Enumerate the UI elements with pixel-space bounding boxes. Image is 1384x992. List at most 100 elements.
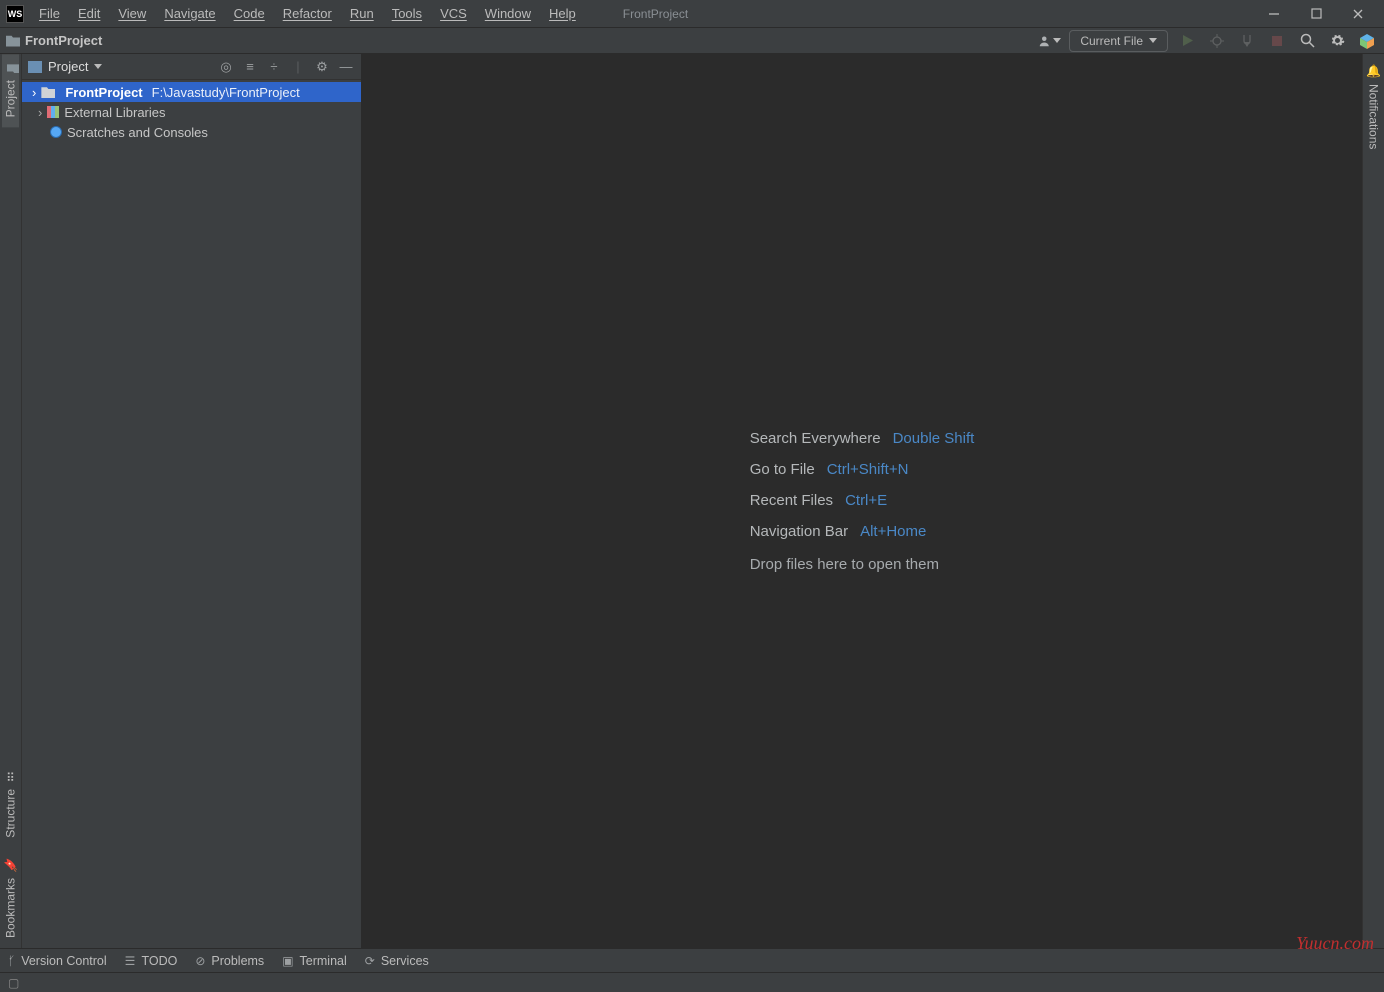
structure-icon: ⠿	[6, 769, 15, 783]
left-tab-bookmarks[interactable]: Bookmarks 🔖	[3, 848, 18, 948]
folder-icon	[6, 35, 20, 47]
tree-scratches-label: Scratches and Consoles	[67, 125, 208, 140]
menu-edit[interactable]: Edit	[71, 4, 107, 23]
libraries-icon	[47, 106, 59, 118]
breadcrumb-root[interactable]: FrontProject	[25, 33, 102, 48]
status-version-control[interactable]: ᚶ Version Control	[8, 954, 107, 968]
status-vcs-label: Version Control	[21, 954, 106, 968]
search-icon[interactable]	[1296, 30, 1318, 52]
toolbar-right: Current File	[1039, 30, 1378, 52]
minimize-button[interactable]	[1254, 2, 1294, 26]
menu-items: File Edit View Navigate Code Refactor Ru…	[32, 4, 583, 23]
welcome-shortcut: Ctrl+Shift+N	[827, 461, 909, 478]
navigation-bar: FrontProject Current File	[0, 28, 1384, 54]
debug-icon[interactable]	[1206, 30, 1228, 52]
left-tab-project[interactable]: Project	[2, 54, 19, 127]
welcome-search-everywhere[interactable]: Search Everywhere Double Shift	[750, 430, 975, 447]
chevron-down-icon	[1149, 38, 1157, 43]
stop-icon[interactable]	[1266, 30, 1288, 52]
branch-icon: ᚶ	[8, 954, 15, 968]
left-tool-gutter: Project Structure ⠿ Bookmarks 🔖	[0, 54, 22, 948]
warning-icon: ⊘	[195, 954, 205, 968]
project-tree[interactable]: › FrontProject F:\Javastudy\FrontProject…	[22, 80, 361, 948]
settings-icon[interactable]	[1326, 30, 1348, 52]
bottom-bar: ▢	[0, 972, 1384, 992]
scratches-icon	[50, 126, 62, 138]
status-problems-label: Problems	[211, 954, 264, 968]
body: Project Structure ⠿ Bookmarks 🔖 Project …	[0, 54, 1384, 948]
welcome-shortcut: Alt+Home	[860, 523, 926, 540]
bell-icon: 🔔	[1366, 64, 1381, 78]
left-tab-structure[interactable]: Structure ⠿	[3, 759, 18, 848]
welcome-label: Recent Files	[750, 492, 833, 509]
tree-ext-libs-label: External Libraries	[64, 105, 165, 120]
user-icon[interactable]	[1039, 30, 1061, 52]
status-services[interactable]: ⟳ Services	[365, 954, 429, 968]
menu-vcs[interactable]: VCS	[433, 4, 474, 23]
menu-help[interactable]: Help	[542, 4, 583, 23]
project-panel-title[interactable]: Project	[48, 59, 88, 74]
right-tab-notifications[interactable]: 🔔 Notifications	[1366, 54, 1381, 159]
right-tool-gutter: 🔔 Notifications	[1362, 54, 1384, 948]
chevron-right-icon: ›	[38, 105, 42, 120]
collapse-all-icon[interactable]: ÷	[265, 58, 283, 76]
left-tab-structure-label: Structure	[3, 789, 17, 838]
cube-icon[interactable]	[1356, 30, 1378, 52]
divider: |	[289, 58, 307, 76]
coverage-icon[interactable]	[1236, 30, 1258, 52]
window-icon[interactable]: ▢	[8, 976, 19, 990]
project-view-icon	[28, 61, 42, 73]
menu-file[interactable]: File	[32, 4, 67, 23]
window-controls	[1254, 2, 1378, 26]
welcome-label: Search Everywhere	[750, 430, 881, 447]
welcome-recent-files[interactable]: Recent Files Ctrl+E	[750, 492, 975, 509]
services-icon: ⟳	[365, 954, 375, 968]
welcome-navigation-bar[interactable]: Navigation Bar Alt+Home	[750, 523, 975, 540]
watermark: Yuucn.com	[1296, 933, 1374, 954]
status-problems[interactable]: ⊘ Problems	[195, 954, 264, 968]
left-tab-project-label: Project	[4, 80, 18, 117]
menu-code[interactable]: Code	[227, 4, 272, 23]
folder-icon	[41, 86, 55, 98]
menu-bar: WS File Edit View Navigate Code Refactor…	[0, 0, 1384, 28]
menu-tools[interactable]: Tools	[385, 4, 429, 23]
tree-scratches[interactable]: Scratches and Consoles	[22, 122, 361, 142]
menu-refactor[interactable]: Refactor	[276, 4, 339, 23]
app-logo: WS	[6, 5, 24, 23]
menu-window[interactable]: Window	[478, 4, 538, 23]
run-config-dropdown[interactable]: Current File	[1069, 30, 1168, 52]
tree-root-path: F:\Javastudy\FrontProject	[152, 85, 300, 100]
run-icon[interactable]	[1176, 30, 1198, 52]
list-icon: ☰	[125, 954, 136, 968]
chevron-right-icon: ›	[32, 85, 36, 100]
tree-external-libraries[interactable]: › External Libraries	[22, 102, 361, 122]
expand-all-icon[interactable]: ≡	[241, 58, 259, 76]
status-todo-label: TODO	[141, 954, 177, 968]
close-button[interactable]	[1338, 2, 1378, 26]
menu-run[interactable]: Run	[343, 4, 381, 23]
project-panel-header: Project ◎ ≡ ÷ | ⚙ —	[22, 54, 361, 80]
welcome-shortcut: Ctrl+E	[845, 492, 887, 509]
tree-root-name: FrontProject	[65, 85, 142, 100]
run-config-label: Current File	[1080, 34, 1143, 48]
panel-settings-icon[interactable]: ⚙	[313, 58, 331, 76]
tree-root[interactable]: › FrontProject F:\Javastudy\FrontProject	[22, 82, 361, 102]
chevron-down-icon[interactable]	[94, 64, 102, 69]
welcome-shortcut: Double Shift	[893, 430, 975, 447]
menu-navigate[interactable]: Navigate	[157, 4, 222, 23]
maximize-button[interactable]	[1296, 2, 1336, 26]
welcome-drop-hint: Drop files here to open them	[750, 556, 975, 573]
status-terminal[interactable]: ▣ Terminal	[282, 954, 347, 968]
welcome-label: Navigation Bar	[750, 523, 848, 540]
menu-view[interactable]: View	[111, 4, 153, 23]
status-services-label: Services	[381, 954, 429, 968]
editor-area[interactable]: Search Everywhere Double Shift Go to Fil…	[362, 54, 1362, 948]
hide-panel-icon[interactable]: —	[337, 58, 355, 76]
terminal-icon: ▣	[282, 954, 293, 968]
editor-welcome: Search Everywhere Double Shift Go to Fil…	[750, 430, 975, 573]
bookmark-icon: 🔖	[3, 858, 18, 872]
locate-icon[interactable]: ◎	[217, 58, 235, 76]
welcome-label: Go to File	[750, 461, 815, 478]
status-todo[interactable]: ☰ TODO	[125, 954, 178, 968]
welcome-go-to-file[interactable]: Go to File Ctrl+Shift+N	[750, 461, 975, 478]
